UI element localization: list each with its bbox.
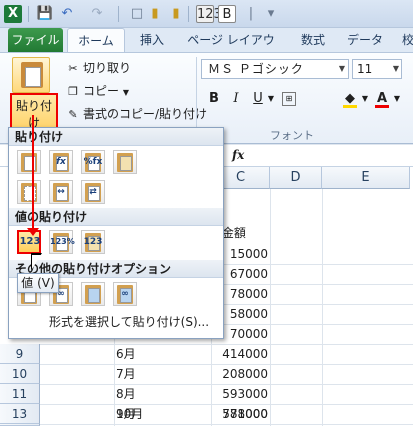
paste-dropdown-button[interactable]: 貼り付け ▼	[10, 93, 58, 140]
font-color-dropdown-icon[interactable]: ▼	[392, 89, 402, 109]
tab-page-layout[interactable]: ページ レイアウト	[185, 28, 277, 71]
bold-button[interactable]: B	[204, 89, 224, 109]
format-painter-label: 書式のコピー/貼り付け	[83, 107, 208, 121]
formula-glyph: fx	[56, 157, 66, 167]
table-cell-month[interactable]: 7月	[116, 364, 210, 384]
font-size-select[interactable]: 11 ▼	[352, 59, 402, 79]
section-paste-values-header: 値の貼り付け	[9, 208, 223, 226]
font-group-label: フォント	[270, 129, 314, 142]
font-name-value: ＭＳ Ｐゴシック	[208, 62, 304, 76]
grid-line	[40, 424, 413, 425]
tooltip: 値 (V)	[17, 273, 59, 293]
borders-icon[interactable]: ⊞	[282, 92, 296, 106]
excel-logo-icon[interactable]: X	[4, 5, 22, 23]
font-size-value: 11	[357, 62, 373, 76]
paste-keep-column-widths-icon[interactable]: ↔	[49, 180, 73, 204]
paste-values-source-formatting-icon[interactable]: 123	[81, 230, 105, 254]
qat-separator	[188, 6, 189, 22]
value-format-glyph: 123	[83, 237, 103, 247]
customize-qat-icon[interactable]: ▾	[262, 5, 280, 23]
paste-picture-icon[interactable]	[81, 282, 105, 306]
paste-keep-source-formatting-icon[interactable]	[113, 150, 137, 174]
font-name-select[interactable]: ＭＳ Ｐゴシック ▼	[201, 59, 349, 79]
percent-formula-glyph: %fx	[83, 157, 103, 167]
paste-no-borders-icon[interactable]	[17, 180, 41, 204]
chevron-down-icon: ▼	[338, 64, 346, 73]
grid-line	[322, 189, 323, 426]
redo-icon[interactable]: ↷	[88, 5, 106, 23]
tab-formulas[interactable]: 数式	[293, 28, 333, 52]
bold-box-icon[interactable]: B	[218, 5, 236, 23]
table-cell-month[interactable]: 8月	[116, 384, 210, 404]
cut-label: 切り取り	[83, 61, 132, 75]
paste-formulas-number-format-icon[interactable]: %fx	[81, 150, 105, 174]
tab-file[interactable]: ファイル	[8, 28, 63, 52]
save-icon[interactable]: 💾	[36, 5, 54, 23]
open-folder-icon[interactable]: ▮	[146, 5, 164, 23]
value-percent-glyph: 123%	[50, 237, 75, 246]
clipboard-icon	[21, 62, 43, 88]
paste-formulas-icon[interactable]: fx	[49, 150, 73, 174]
table-cell-amount[interactable]: 593000	[212, 384, 270, 404]
paste-options-menu: 貼り付け fx %fx ↔ ⇄ 値の貼り付け 123 123% 123 その他の…	[8, 127, 224, 339]
row-header[interactable]: 13	[0, 404, 40, 424]
underline-button[interactable]: U	[248, 89, 268, 109]
section-paste-header: 貼り付け	[9, 128, 223, 146]
insert-function-icon[interactable]: fx	[232, 148, 244, 162]
folder-icon[interactable]: ▮	[167, 5, 185, 23]
format-painter-button[interactable]: ✎ 書式のコピー/貼り付け	[66, 105, 207, 122]
paste-icon[interactable]	[17, 150, 41, 174]
table-cell-amount[interactable]: 208000	[212, 364, 270, 384]
copy-label: コピー	[83, 84, 120, 98]
cut-button[interactable]: ✂ 切り取り	[66, 59, 131, 76]
copy-button[interactable]: ❐ コピー ▼	[66, 82, 129, 99]
chevron-down-icon: ▼	[122, 88, 129, 97]
annotation-arrow	[32, 115, 34, 232]
tab-review[interactable]: 校	[398, 28, 413, 52]
quick-access-toolbar: X 💾 ↶ ↷ □ ▮ ▮ 123 B | ▾	[0, 0, 413, 28]
row-header[interactable]: 9	[0, 344, 40, 364]
column-header-d[interactable]: D	[270, 167, 322, 189]
table-cell-amount[interactable]: 578000	[212, 404, 270, 424]
ribbon-tabs: ファイル ホーム 挿入 ページ レイアウト 数式 データ 校	[0, 28, 413, 71]
calculator-icon[interactable]: 123	[196, 5, 222, 23]
row-header[interactable]: 10	[0, 364, 40, 384]
table-cell-month[interactable]: 6月	[116, 344, 210, 364]
brush-icon: ✎	[68, 108, 78, 121]
mouse-cursor-fill	[32, 255, 41, 269]
fill-color-button[interactable]: ◆	[340, 89, 360, 109]
paste-linked-picture-icon[interactable]: ∞	[113, 282, 137, 306]
table-cell-amount[interactable]: 414000	[212, 344, 270, 364]
paste-transpose-icon[interactable]: ⇄	[81, 180, 105, 204]
tab-insert[interactable]: 挿入	[134, 28, 170, 52]
annotation-arrow-head	[27, 228, 39, 236]
chevron-down-icon: ▼	[392, 64, 399, 73]
paste-values-number-format-icon[interactable]: 123%	[49, 230, 75, 254]
undo-icon[interactable]: ↶	[58, 5, 76, 23]
table-cell-month[interactable]: 10月	[116, 404, 210, 424]
paste-button-icon[interactable]	[12, 57, 50, 93]
column-header-e[interactable]: E	[322, 167, 410, 189]
qat-separator	[118, 6, 119, 22]
fill-color-dropdown-icon[interactable]: ▼	[360, 89, 370, 109]
scissors-icon: ✂	[68, 62, 78, 75]
underline-dropdown-icon[interactable]: ▼	[266, 89, 276, 109]
tab-data[interactable]: データ	[345, 28, 385, 52]
font-color-button[interactable]: A	[372, 89, 392, 109]
italic-button[interactable]: I	[226, 89, 246, 109]
qat-separator	[28, 6, 29, 22]
new-file-icon[interactable]: □	[128, 5, 146, 23]
row-header[interactable]: 11	[0, 384, 40, 404]
copy-icon: ❐	[68, 85, 78, 98]
tab-home[interactable]: ホーム	[67, 28, 125, 52]
paste-special-menu-item[interactable]: 形式を選択して貼り付け(S)...	[49, 313, 209, 330]
separator-icon[interactable]: |	[242, 5, 260, 23]
